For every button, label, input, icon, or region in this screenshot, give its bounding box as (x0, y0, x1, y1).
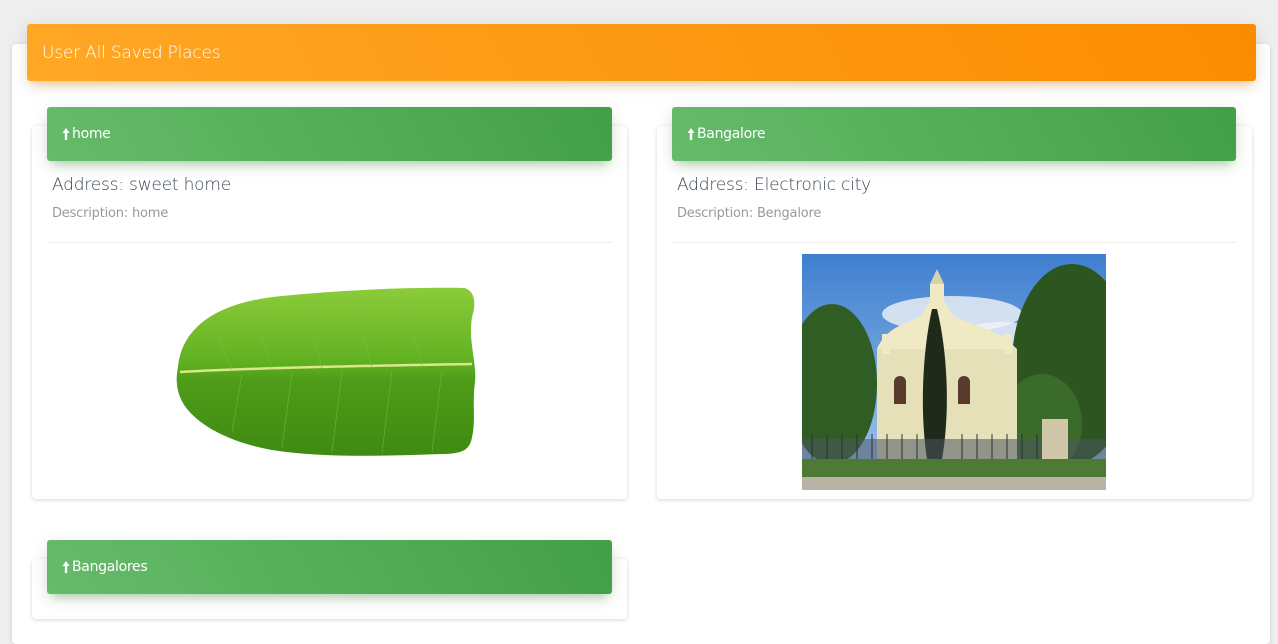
place-name: Bangalore (697, 126, 766, 142)
place-address: Address: Electronic city (677, 175, 872, 195)
up-arrow-icon (61, 560, 71, 574)
place-header-home[interactable]: home (47, 107, 612, 161)
banana-leaf-image (172, 282, 492, 462)
page-title: User All Saved Places (42, 42, 221, 63)
divider (47, 242, 612, 243)
place-header-bangalores[interactable]: Bangalores (47, 540, 612, 594)
church-photo (802, 254, 1106, 490)
place-description: Description: Bengalore (677, 206, 822, 221)
place-header-bangalore[interactable]: Bangalore (672, 107, 1236, 161)
place-address: Address: sweet home (52, 175, 231, 195)
place-card: Address: Electronic city Description: Be… (657, 126, 1252, 499)
place-name: Bangalores (72, 559, 148, 575)
divider (672, 242, 1237, 243)
up-arrow-icon (61, 127, 71, 141)
place-description: Description: home (52, 206, 169, 221)
page-header: User All Saved Places (27, 24, 1256, 81)
place-card: Address: sweet home Description: home (32, 126, 627, 499)
place-name: home (72, 126, 111, 142)
up-arrow-icon (686, 127, 696, 141)
